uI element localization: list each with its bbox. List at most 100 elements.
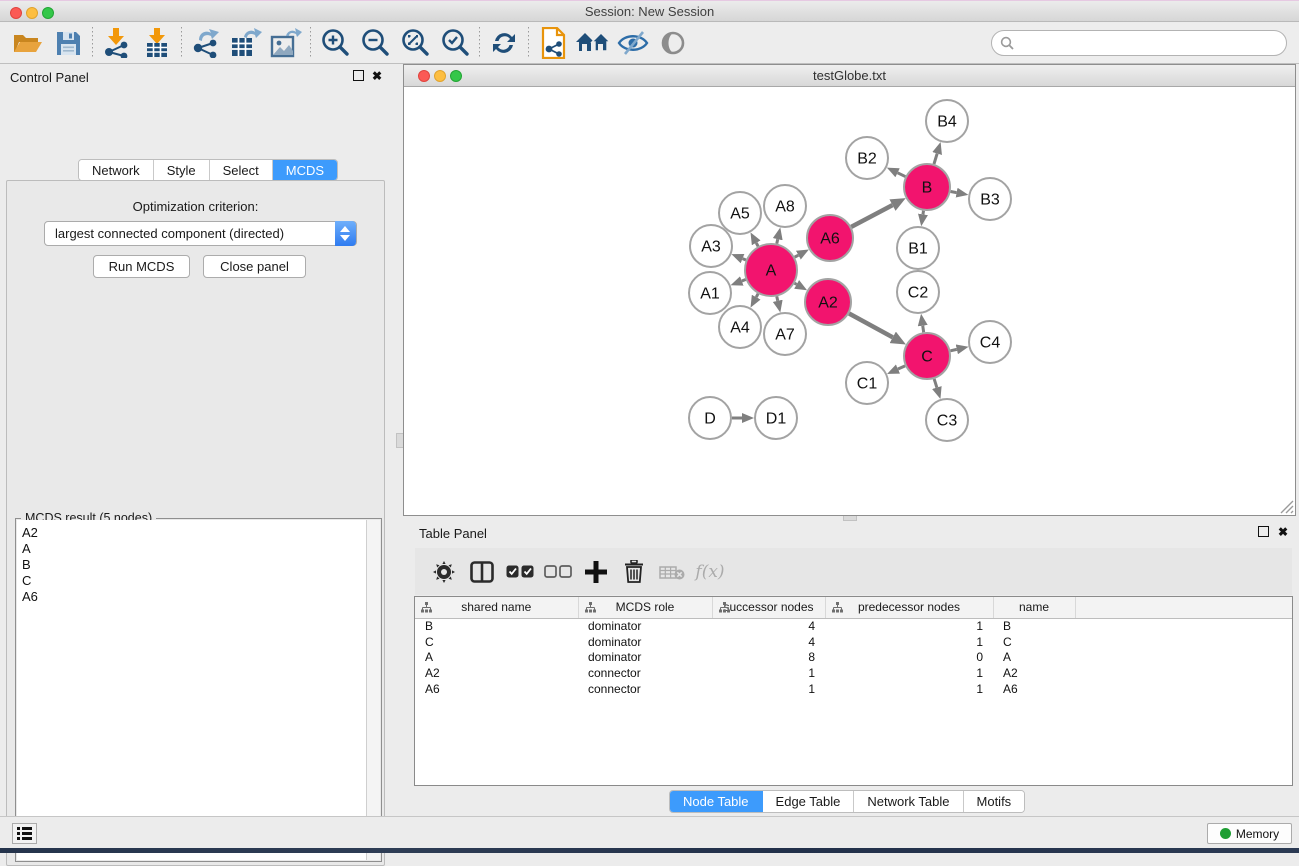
table-row[interactable]: A2connector11A2 [415,665,1292,681]
graph-edge-A-A7[interactable] [777,296,778,300]
zoom-selected-icon[interactable] [435,26,475,60]
graph-node-A6[interactable]: A6 [807,215,853,261]
graph-node-C3[interactable]: C3 [926,399,968,441]
function-builder-icon[interactable]: f(x) [691,555,729,589]
column-header-predecessor-nodes[interactable]: predecessor nodes [825,597,993,618]
graph-edge-A-A1[interactable] [742,280,746,281]
graph-node-C2[interactable]: C2 [897,271,939,313]
tab-network[interactable]: Network [79,160,154,180]
graph-edge-A-A4[interactable] [756,294,758,297]
import-table-icon[interactable] [137,26,177,60]
select-all-columns-icon[interactable] [501,555,539,589]
mcds-result-item[interactable]: A [22,541,366,557]
graph-node-A[interactable]: A [745,244,797,296]
graph-node-A4[interactable]: A4 [719,306,761,348]
zoom-out-icon[interactable] [355,26,395,60]
run-mcds-button[interactable]: Run MCDS [93,255,190,278]
graph-node-A2[interactable]: A2 [805,279,851,325]
graph-edge-A2-C[interactable] [849,313,893,337]
mcds-result-item[interactable]: A6 [22,589,366,605]
table-row[interactable]: A6connector11A6 [415,681,1292,697]
column-header-name[interactable]: name [993,597,1075,618]
tab-mcds[interactable]: MCDS [273,160,337,180]
graph-node-B1[interactable]: B1 [897,227,939,269]
mcds-result-item[interactable]: C [22,573,366,589]
graph-node-C[interactable]: C [904,333,950,379]
graph-node-A1[interactable]: A1 [689,272,731,314]
network-file-icon[interactable] [533,26,573,60]
delete-column-trash-icon[interactable] [615,555,653,589]
graph-node-D[interactable]: D [689,397,731,439]
create-column-plus-icon[interactable] [577,555,615,589]
mcds-result-list[interactable]: A2ABCA6 [17,520,367,860]
mcds-list-scrollbar[interactable] [367,520,380,860]
column-browser-icon[interactable] [463,555,501,589]
tab-node-table[interactable]: Node Table [670,791,763,812]
tab-select[interactable]: Select [210,160,273,180]
column-header-MCDS-role[interactable]: MCDS role [578,597,712,618]
graph-node-C4[interactable]: C4 [969,321,1011,363]
memory-button[interactable]: Memory [1207,823,1292,844]
graph-edge-C-C4[interactable] [950,349,956,350]
graph-edge-C-C1[interactable] [898,366,905,369]
mcds-result-item[interactable]: A2 [22,525,366,541]
unselect-all-columns-icon[interactable] [539,555,577,589]
close-panel-button[interactable]: Close panel [203,255,306,278]
graph-edge-A-A2[interactable] [795,283,797,284]
tab-motifs[interactable]: Motifs [964,791,1025,812]
graph-edge-B-B2[interactable] [898,173,906,177]
graph-node-B3[interactable]: B3 [969,178,1011,220]
table-row[interactable]: Cdominator41C [415,634,1292,650]
network-canvas[interactable]: A A1 A2 A3 A4 A5 A6 A7 A8 B B1 B2 B3B4 C C1 C2 C3C4 D D1 [404,87,1295,515]
tab-edge-table[interactable]: Edge Table [763,791,855,812]
graph-edge-A-A5[interactable] [756,243,758,246]
tab-network-table[interactable]: Network Table [854,791,963,812]
refresh-icon[interactable] [484,26,524,60]
home-icon[interactable] [573,26,613,60]
float-table-panel-icon[interactable] [1258,526,1269,537]
import-network-icon[interactable] [97,26,137,60]
float-panel-icon[interactable] [353,70,364,81]
graph-edge-B-B3[interactable] [951,191,957,192]
window-resize-grip[interactable] [1280,500,1294,514]
graph-node-C1[interactable]: C1 [846,362,888,404]
graph-edge-B-B1[interactable] [923,211,924,215]
export-table-icon[interactable] [226,26,266,60]
graph-node-A8[interactable]: A8 [764,185,806,227]
table-row[interactable]: Adominator80A [415,650,1292,666]
graph-node-A5[interactable]: A5 [719,192,761,234]
graph-edge-C-C3[interactable] [934,379,937,388]
graph-node-D1[interactable]: D1 [755,397,797,439]
graph-edge-C-C2[interactable] [923,326,924,333]
graph-edge-A6-B[interactable] [851,205,892,227]
export-image-icon[interactable] [266,26,306,60]
graph-node-B[interactable]: B [904,164,950,210]
show-graphics-icon[interactable] [653,26,693,60]
open-folder-icon[interactable] [8,26,48,60]
graph-node-A7[interactable]: A7 [764,313,806,355]
network-window-titlebar[interactable]: testGlobe.txt [404,65,1295,87]
criterion-select[interactable]: largest connected component (directed) [44,221,357,246]
graph-edge-A-A8[interactable] [777,239,778,243]
graph-node-B2[interactable]: B2 [846,137,888,179]
save-icon[interactable] [48,26,88,60]
graph-node-A3[interactable]: A3 [690,225,732,267]
mcds-result-item[interactable]: B [22,557,366,573]
tab-style[interactable]: Style [154,160,210,180]
delete-table-icon[interactable] [653,555,691,589]
column-header-shared-name[interactable]: shared name [415,597,578,618]
graph-edge-B-B4[interactable] [934,154,937,164]
close-table-panel-icon[interactable]: ✖ [1278,526,1288,538]
task-history-button[interactable] [12,823,37,844]
zoom-in-icon[interactable] [315,26,355,60]
graph-node-B4[interactable]: B4 [926,100,968,142]
table-settings-gear-icon[interactable] [425,555,463,589]
table-row[interactable]: Bdominator41B [415,618,1292,634]
export-network-icon[interactable] [186,26,226,60]
hide-details-icon[interactable] [613,26,653,60]
zoom-fit-icon[interactable] [395,26,435,60]
graph-edge-A-A3[interactable] [743,259,746,260]
search-input[interactable] [991,30,1287,56]
column-header-successor-nodes[interactable]: successor nodes [712,597,825,618]
graph-edge-A-A6[interactable] [795,255,799,257]
